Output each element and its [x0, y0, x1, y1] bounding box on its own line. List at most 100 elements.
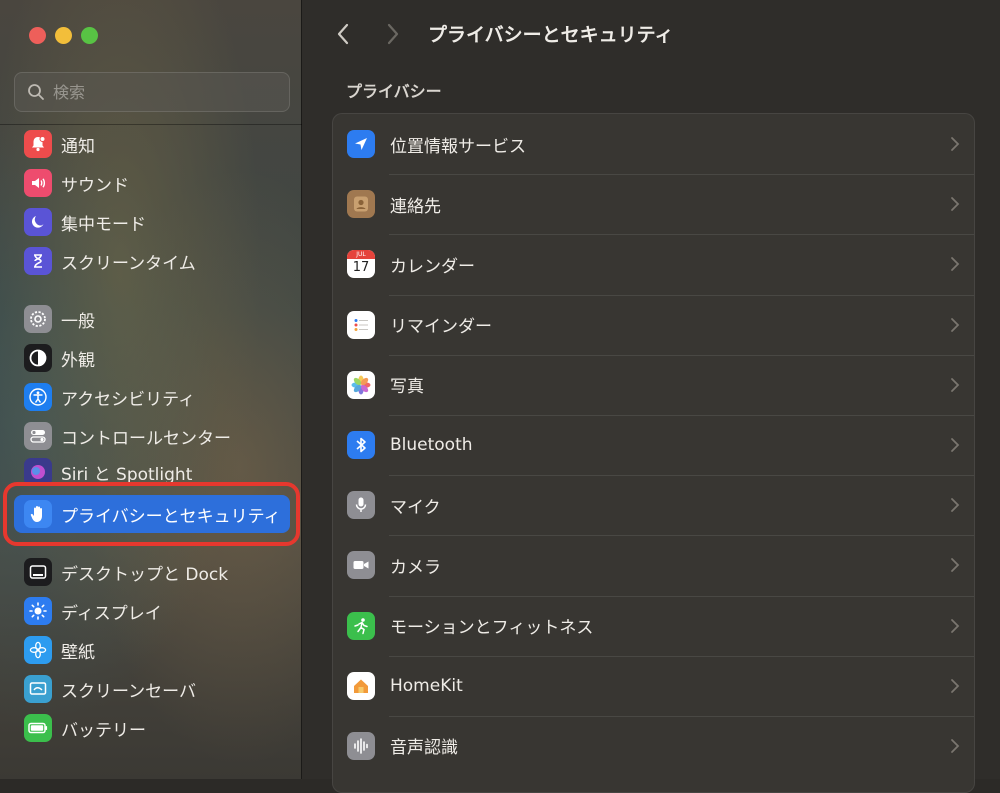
search-input[interactable]: [53, 82, 273, 102]
page-title: プライバシーとセキュリティ: [428, 24, 674, 46]
screensaver-icon: [24, 675, 52, 703]
sidebar-divider: [0, 124, 302, 125]
toggles-icon: [24, 422, 52, 450]
chevron-right-icon: [951, 558, 960, 573]
calendar-month: JUL: [347, 250, 375, 260]
list-item-speech-recognition[interactable]: 音声認識: [333, 715, 974, 776]
chevron-right-icon: [951, 317, 960, 332]
main-content: プライバシーとセキュリティ プライバシー 位置情報サービス 連絡先 JUL 17…: [302, 0, 1000, 793]
chevron-left-icon: [337, 23, 349, 45]
hand-icon: [24, 500, 52, 528]
close-window-button[interactable]: [29, 27, 46, 44]
sidebar-item-label: デスクトップと Dock: [61, 564, 229, 585]
camera-icon: [347, 551, 375, 580]
sidebar-item-label: 通知: [61, 136, 95, 157]
sidebar-item-label: ディスプレイ: [61, 603, 162, 624]
sidebar-item-label: サウンド: [61, 175, 129, 196]
sidebar-item-label: 外観: [61, 350, 95, 371]
moon-icon: [24, 208, 52, 236]
sidebar-item-sound[interactable]: サウンド: [14, 165, 290, 201]
sidebar-item-focus[interactable]: 集中モード: [14, 204, 290, 240]
chevron-right-icon: [951, 137, 960, 151]
list-item-label: HomeKit: [390, 675, 463, 696]
window-controls: [29, 27, 98, 44]
sidebar-item-label: Siri と Spotlight: [61, 464, 193, 485]
sidebar-item-privacy-security[interactable]: プライバシーとセキュリティ: [14, 495, 290, 533]
list-item-label: 連絡先: [390, 196, 441, 217]
sidebar-item-desktop-dock[interactable]: デスクトップと Dock: [14, 554, 290, 590]
chevron-right-icon: [951, 257, 960, 272]
microphone-icon: [347, 491, 375, 520]
sidebar-item-control-center[interactable]: コントロールセンター: [14, 418, 290, 454]
sidebar-item-label: アクセシビリティ: [61, 389, 196, 410]
chevron-right-icon: [951, 377, 960, 392]
list-item-microphone[interactable]: マイク: [333, 475, 974, 535]
sidebar-item-label: 一般: [61, 311, 95, 332]
gear-icon: [24, 305, 52, 333]
sidebar-item-battery[interactable]: バッテリー: [14, 710, 290, 746]
sidebar-item-label: 集中モード: [61, 214, 146, 235]
list-item-camera[interactable]: カメラ: [333, 535, 974, 595]
appearance-icon: [24, 344, 52, 372]
search-icon: [28, 84, 44, 100]
sidebar-item-accessibility[interactable]: アクセシビリティ: [14, 379, 290, 415]
list-item-reminders[interactable]: リマインダー: [333, 294, 974, 355]
bluetooth-icon: [347, 431, 375, 460]
chevron-right-icon: [951, 618, 960, 633]
sidebar-item-wallpaper[interactable]: 壁紙: [14, 632, 290, 668]
sidebar-item-notifications[interactable]: 通知: [14, 126, 290, 162]
sidebar: 通知 サウンド 集中モード スクリーンタイム 一般: [0, 0, 302, 779]
photos-icon: [347, 370, 375, 399]
maximize-window-button[interactable]: [81, 27, 98, 44]
list-item-homekit[interactable]: HomeKit: [333, 655, 974, 716]
sidebar-item-screen-saver[interactable]: スクリーンセーバ: [14, 671, 290, 707]
settings-window: 通知 サウンド 集中モード スクリーンタイム 一般: [0, 0, 1000, 793]
list-item-contacts[interactable]: 連絡先: [333, 174, 974, 234]
list-item-label: 音声認識: [390, 738, 458, 759]
calendar-day: 17: [352, 260, 370, 276]
chevron-right-icon: [387, 23, 399, 45]
sidebar-item-label: スクリーンタイム: [61, 253, 196, 274]
list-item-label: Bluetooth: [390, 435, 473, 456]
chevron-right-icon: [951, 678, 960, 693]
sidebar-item-displays[interactable]: ディスプレイ: [14, 593, 290, 629]
contacts-icon: [347, 190, 375, 219]
chevron-right-icon: [951, 498, 960, 513]
list-item-label: 位置情報サービス: [390, 136, 526, 157]
sidebar-item-general[interactable]: 一般: [14, 301, 290, 337]
chevron-right-icon: [951, 197, 960, 212]
back-button[interactable]: [332, 22, 354, 46]
location-arrow-icon: [347, 130, 375, 159]
flower-icon: [24, 636, 52, 664]
list-item-bluetooth[interactable]: Bluetooth: [333, 414, 974, 475]
list-item-label: カメラ: [390, 557, 441, 578]
accessibility-icon: [24, 383, 52, 411]
sidebar-item-label: コントロールセンター: [61, 428, 231, 449]
hourglass-icon: [24, 247, 52, 275]
bell-icon: [24, 130, 52, 158]
sidebar-item-screen-time[interactable]: スクリーンタイム: [14, 243, 290, 279]
section-title: プライバシー: [346, 82, 442, 101]
list-item-location-services[interactable]: 位置情報サービス: [333, 114, 974, 174]
list-item-label: リマインダー: [390, 317, 492, 338]
privacy-list: 位置情報サービス 連絡先 JUL 17 カレンダー リマインダー 写真 Blue…: [332, 113, 975, 793]
list-item-motion-fitness[interactable]: モーションとフィットネス: [333, 595, 974, 656]
search-field[interactable]: [14, 72, 290, 112]
list-item-label: カレンダー: [390, 256, 475, 277]
minimize-window-button[interactable]: [55, 27, 72, 44]
sidebar-item-label: バッテリー: [61, 720, 146, 741]
list-item-label: マイク: [390, 497, 441, 518]
sidebar-item-label: 壁紙: [61, 642, 95, 663]
list-item-label: 写真: [390, 377, 424, 398]
sidebar-item-label: プライバシーとセキュリティ: [61, 506, 281, 527]
sidebar-item-appearance[interactable]: 外観: [14, 340, 290, 376]
list-item-photos[interactable]: 写真: [333, 354, 974, 415]
list-item-label: モーションとフィットネス: [390, 618, 594, 639]
home-icon: [347, 671, 375, 700]
calendar-icon: JUL 17: [347, 250, 375, 279]
speaker-icon: [24, 169, 52, 197]
list-item-calendar[interactable]: JUL 17 カレンダー: [333, 234, 974, 294]
forward-button[interactable]: [382, 22, 404, 46]
chevron-right-icon: [951, 739, 960, 753]
waveform-icon: [347, 731, 375, 760]
